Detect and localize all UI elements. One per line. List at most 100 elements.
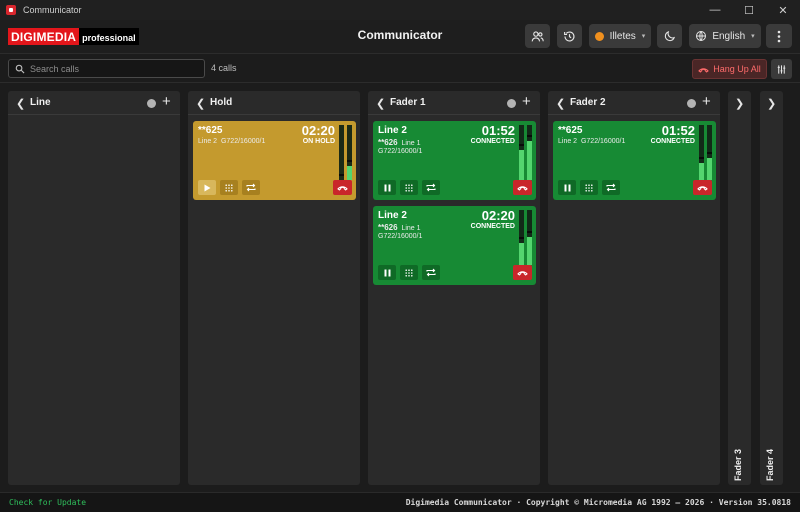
hold-button[interactable] — [378, 265, 396, 280]
chevron-right-icon[interactable]: ❯ — [767, 97, 776, 110]
search-input[interactable] — [30, 63, 190, 74]
pause-icon — [384, 184, 390, 191]
hangup-button[interactable] — [513, 180, 532, 195]
column-title: Hold — [210, 97, 233, 108]
meter-peak — [527, 135, 532, 137]
swap-icon — [606, 183, 616, 192]
chevron-right-icon[interactable]: ❯ — [735, 97, 744, 110]
call-state: CONNECTED — [470, 138, 515, 145]
dialpad-icon — [225, 183, 233, 192]
hangup-button[interactable] — [693, 180, 712, 195]
more-menu-button[interactable] — [766, 24, 792, 48]
search-toolbar: 4 calls Hang Up All — [0, 53, 800, 83]
status-footer: Check for Update Digimedia Communicator … — [0, 492, 800, 512]
maximize-button[interactable]: ☐ — [732, 0, 766, 20]
contacts-button[interactable] — [525, 24, 550, 48]
chevron-left-icon[interactable]: ❮ — [556, 97, 565, 110]
hangup-button[interactable] — [513, 265, 532, 280]
dialpad-button[interactable] — [580, 180, 598, 195]
mixer-button[interactable] — [771, 59, 792, 79]
add-call-button[interactable]: + — [702, 94, 711, 109]
call-timer: 02:20 — [481, 208, 515, 223]
dialpad-icon — [405, 268, 413, 277]
history-button[interactable] — [557, 24, 582, 48]
pause-icon — [384, 269, 390, 276]
check-update-link[interactable]: Check for Update — [9, 498, 86, 507]
level-meter — [519, 125, 532, 180]
dialpad-button[interactable] — [220, 180, 238, 195]
meter-level — [527, 237, 532, 265]
search-icon — [15, 64, 25, 73]
column-hold: ❮ Hold **625 Line 2 G722/16000/1 02:20 O… — [188, 91, 360, 485]
hangup-icon — [337, 186, 348, 191]
call-card[interactable]: **625 Line 2 G722/16000/1 02:20 ON HOLD — [193, 121, 356, 200]
resume-button[interactable] — [198, 180, 216, 195]
dialpad-button[interactable] — [400, 180, 418, 195]
chevron-left-icon[interactable]: ❮ — [16, 97, 25, 110]
minimize-button[interactable]: — — [698, 0, 732, 20]
chevron-down-icon: ▾ — [641, 33, 646, 40]
hang-up-all-label: Hang Up All — [713, 64, 761, 74]
column-header: ❮ Line + — [8, 91, 180, 115]
call-state: CONNECTED — [650, 138, 695, 145]
call-card[interactable]: **625 Line 2 G722/16000/1 01:52 CONNECTE… — [553, 121, 716, 200]
hangup-icon — [517, 271, 528, 276]
call-title: Line 2 — [378, 210, 407, 221]
window-title: Communicator — [23, 5, 82, 15]
call-timer: 01:52 — [481, 123, 515, 138]
logo: DIGIMEDIA professional — [8, 28, 139, 45]
level-meter — [339, 125, 352, 180]
column-title: Fader 2 — [570, 97, 606, 108]
hangup-button[interactable] — [333, 180, 352, 195]
call-state: ON HOLD — [302, 138, 335, 145]
dialpad-button[interactable] — [400, 265, 418, 280]
column-title: Line — [30, 97, 51, 108]
meter-peak — [527, 231, 532, 233]
meter-level — [527, 141, 532, 180]
pause-icon — [564, 184, 570, 191]
hangup-icon — [517, 186, 528, 191]
status-dot — [594, 31, 604, 41]
meter-level — [347, 166, 352, 180]
column-status-dot — [687, 99, 696, 108]
copyright-text: Digimedia Communicator · Copyright © Mic… — [405, 498, 791, 507]
app-header: DIGIMEDIA professional Communicator Ille… — [0, 20, 800, 53]
chevron-left-icon[interactable]: ❮ — [196, 97, 205, 110]
chevron-left-icon[interactable]: ❮ — [376, 97, 385, 110]
column-status-dot — [147, 99, 156, 108]
hold-button[interactable] — [378, 180, 396, 195]
play-icon — [204, 184, 210, 191]
add-call-button[interactable]: + — [522, 94, 531, 109]
transfer-button[interactable] — [602, 180, 620, 195]
call-card[interactable]: Line 2 **626 Line 1 G722/16000/1 02:20 C… — [373, 206, 536, 285]
hang-up-all-button[interactable]: Hang Up All — [692, 59, 767, 79]
call-line: **626 Line 1 — [378, 138, 421, 147]
meter-peak — [519, 237, 524, 239]
transfer-button[interactable] — [422, 265, 440, 280]
add-call-button[interactable]: + — [162, 94, 171, 109]
hold-button[interactable] — [558, 180, 576, 195]
meter-level — [699, 163, 704, 180]
call-line: **626 Line 1 — [378, 223, 421, 232]
meter-level — [519, 150, 524, 180]
transfer-button[interactable] — [422, 180, 440, 195]
window-titlebar: Communicator — ☐ ✕ — [0, 0, 800, 20]
column-fader-2: ❮ Fader 2 + **625 Line 2 G722/16000/1 01… — [548, 91, 720, 485]
globe-icon — [696, 31, 707, 41]
language-dropdown[interactable]: English ▾ — [689, 24, 761, 48]
status-dropdown[interactable]: Illetes ▾ — [589, 24, 651, 48]
meter-level — [519, 243, 524, 265]
close-button[interactable]: ✕ — [766, 0, 800, 20]
call-timer: 02:20 — [301, 123, 335, 138]
app-icon — [6, 5, 16, 15]
column-fader-3-collapsed[interactable]: ❯ Fader 3 — [728, 91, 751, 485]
meter-peak — [699, 157, 704, 159]
more-vertical-icon — [777, 30, 781, 42]
call-codec: G722/16000/1 — [378, 233, 423, 240]
call-count: 4 calls — [211, 63, 237, 73]
transfer-button[interactable] — [242, 180, 260, 195]
call-card[interactable]: Line 2 **626 Line 1 G722/16000/1 01:52 C… — [373, 121, 536, 200]
meter-channel-2 — [707, 125, 712, 180]
column-fader-4-collapsed[interactable]: ❯ Fader 4 — [760, 91, 783, 485]
theme-toggle-button[interactable] — [657, 24, 682, 48]
